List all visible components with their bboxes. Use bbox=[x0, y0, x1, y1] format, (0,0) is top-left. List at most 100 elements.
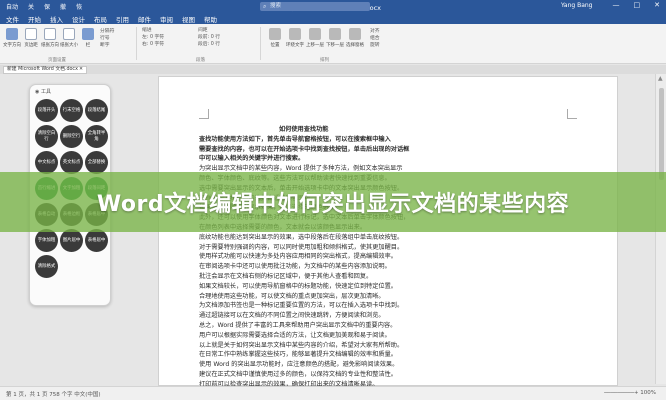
group-arrange: 排列 bbox=[320, 58, 329, 63]
document-line: 用户可以根据实际需要选择合适的方法，让文档更加美观和易于阅读。 bbox=[199, 331, 391, 339]
columns-button[interactable]: 栏 bbox=[79, 28, 97, 48]
document-tab[interactable]: 新建 Microsoft Word 文档.docx ✕ bbox=[3, 66, 87, 74]
document-line: 使用样式功能可以快速为多处内容应用相同的突出格式，提高编辑效率。 bbox=[199, 253, 397, 261]
page-size-icon bbox=[63, 28, 75, 40]
bring-forward-button[interactable]: 上移一层 bbox=[306, 28, 324, 48]
align-button[interactable]: 对齐 bbox=[370, 28, 380, 35]
panel-tool-button[interactable]: 表格居中 bbox=[85, 229, 108, 252]
tab-help[interactable]: 帮助 bbox=[204, 14, 217, 24]
tab-view[interactable]: 视图 bbox=[182, 14, 195, 24]
page-setup-list: 分隔符 行号 断字 bbox=[100, 28, 114, 49]
position-icon bbox=[269, 28, 281, 40]
indent-left-field[interactable]: 左: 0 字符 bbox=[142, 34, 164, 41]
tab-insert[interactable]: 插入 bbox=[50, 14, 63, 24]
rotate-button[interactable]: 旋转 bbox=[370, 42, 380, 49]
send-backward-icon bbox=[329, 28, 341, 40]
document-line: 以上就是关于如何突出显示文档中某些内容的介绍，希望对大家有所帮助。 bbox=[199, 341, 404, 349]
panel-tool-button[interactable]: 中文标点 bbox=[35, 151, 58, 174]
document-line: 如何使用查找功能 bbox=[279, 126, 329, 133]
group-button[interactable]: 组合 bbox=[370, 35, 380, 42]
document-line: 使用 Word 的突出显示功能时，应注意颜色的搭配，避免影响阅读效果。 bbox=[199, 361, 399, 369]
indent-label: 缩进 bbox=[142, 28, 152, 33]
columns-icon bbox=[82, 28, 94, 40]
bring-forward-icon bbox=[309, 28, 321, 40]
panel-tool-button[interactable]: 段落开头 bbox=[35, 99, 58, 122]
wrap-text-button[interactable]: 环绕文字 bbox=[286, 28, 304, 48]
orientation-button[interactable]: 纸张方向 bbox=[41, 28, 59, 48]
panel-tool-button[interactable]: 清除空白行 bbox=[35, 125, 58, 148]
user-name[interactable]: Yang Bang bbox=[561, 2, 592, 9]
document-line: 对于需要特别强调的内容，可以同时使用加粗和倾斜格式，使其更加醒目。 bbox=[199, 243, 404, 251]
group-page-setup: 页面设置 bbox=[48, 58, 66, 63]
panel-title: ◉ 工具 bbox=[35, 89, 51, 95]
menu-bar: 文件 开始 插入 设计 布局 引用 邮件 审阅 视图 帮助 bbox=[0, 13, 666, 24]
search-placeholder: 搜索 bbox=[270, 3, 282, 9]
tab-layout[interactable]: 布局 bbox=[94, 14, 107, 24]
document-line: 底纹功能也能达到突出显示的效果，选中段落后在段落组中单击底纹按钮。 bbox=[199, 233, 404, 241]
document-body[interactable]: 如何使用查找功能查找功能使用方法如下，首先单击导航窗格按钮，可以在搜索框中输入需… bbox=[199, 125, 579, 390]
tab-home[interactable]: 开始 bbox=[28, 14, 41, 24]
arrange-list: 对齐 组合 旋转 bbox=[370, 28, 380, 49]
breaks-button[interactable]: 分隔符 bbox=[100, 28, 114, 35]
text-direction-icon bbox=[6, 28, 18, 40]
ribbon-divider bbox=[260, 27, 261, 60]
tab-mailings[interactable]: 邮件 bbox=[138, 14, 151, 24]
document-line: 总之，Word 提供了丰富的工具来帮助用户突出显示文档中的重要内容。 bbox=[199, 321, 397, 329]
margins-icon bbox=[25, 28, 37, 40]
panel-tool-button[interactable]: 图片居中 bbox=[60, 229, 83, 252]
document-line: 合理地使用这些功能，可以使文档的重点更加突出，层次更加清晰。 bbox=[199, 292, 385, 300]
line-numbers-button[interactable]: 行号 bbox=[100, 35, 114, 42]
orientation-icon bbox=[44, 28, 56, 40]
zoom-slider[interactable]: ─────────+ 100% bbox=[604, 390, 656, 396]
panel-tool-button[interactable]: 删除空行 bbox=[60, 125, 83, 148]
indent-right-field[interactable]: 右: 0 字符 bbox=[142, 41, 164, 48]
margin-corner-mark bbox=[199, 109, 209, 119]
size-button[interactable]: 纸张大小 bbox=[60, 28, 78, 48]
group-paragraph: 段落 bbox=[196, 58, 205, 63]
spacing-before-field[interactable]: 段前: 0 行 bbox=[198, 34, 220, 41]
panel-tool-button[interactable]: 段落结尾 bbox=[85, 99, 108, 122]
document-line: 需要查找的内容，也可以在开始选项卡中找到查找按钮，单击后出现的对话框 bbox=[199, 145, 410, 153]
margin-corner-mark bbox=[567, 109, 577, 119]
scroll-thumb[interactable] bbox=[659, 88, 664, 180]
minimize-button[interactable]: — bbox=[613, 1, 620, 9]
spacing-after-field[interactable]: 段后: 0 行 bbox=[198, 41, 220, 48]
scroll-up-icon[interactable]: ▲ bbox=[658, 75, 663, 82]
text-direction-button[interactable]: 文字方向 bbox=[3, 28, 21, 48]
title-bar: 自动 关 保 撤 恢 新建 Microsoft Word 文档.docx ⌕ 搜… bbox=[0, 0, 666, 13]
selection-pane-button[interactable]: 选择窗格 bbox=[346, 28, 364, 48]
close-tab-icon[interactable]: ✕ bbox=[79, 67, 83, 73]
ribbon-divider bbox=[136, 27, 137, 60]
status-info: 第 1 页，共 1 页 758 个字 中文(中国) bbox=[6, 392, 101, 398]
panel-tool-button[interactable]: 字体加粗 bbox=[35, 229, 58, 252]
tab-design[interactable]: 设计 bbox=[72, 14, 85, 24]
document-line: 如果文档较长，可以使用导航窗格中的标题功能，快速定位到特定位置。 bbox=[199, 282, 397, 290]
indent-group: 缩进 左: 0 字符 右: 0 字符 bbox=[142, 27, 164, 48]
spacing-label: 间距 bbox=[198, 28, 208, 33]
panel-tool-button[interactable]: 英文标点 bbox=[60, 151, 83, 174]
panel-tool-button[interactable]: 行末空格 bbox=[60, 99, 83, 122]
document-line: 查找功能使用方法如下，首先单击导航窗格按钮，可以在搜索框中输入 bbox=[199, 135, 391, 143]
maximize-button[interactable]: □ bbox=[634, 1, 641, 9]
panel-tool-button[interactable]: 全部替换 bbox=[85, 151, 108, 174]
title-banner: Word文档编辑中如何突出显示文档的某些内容 bbox=[0, 172, 666, 232]
hyphenation-button[interactable]: 断字 bbox=[100, 42, 114, 49]
tab-review[interactable]: 审阅 bbox=[160, 14, 173, 24]
status-bar: 第 1 页，共 1 页 758 个字 中文(中国) ─────────+ 100… bbox=[0, 386, 666, 400]
document-line: 通过超链接可以在文档的不同位置之间快速跳转，方便阅读和浏览。 bbox=[199, 312, 385, 320]
wrap-text-icon bbox=[289, 28, 301, 40]
ribbon: 文字方向 页边距 纸张方向 纸张大小 栏 分隔符 行号 断字 页面设置 缩进 左… bbox=[0, 24, 666, 64]
document-line: 在日常工作中熟练掌握这些技巧，能够显著提升文档编辑的效率和质量。 bbox=[199, 351, 397, 359]
position-button[interactable]: 位置 bbox=[266, 28, 284, 48]
panel-tool-button[interactable]: 清除格式 bbox=[35, 255, 58, 278]
tab-file[interactable]: 文件 bbox=[6, 14, 19, 24]
close-button[interactable]: ✕ bbox=[654, 1, 660, 9]
send-backward-button[interactable]: 下移一层 bbox=[326, 28, 344, 48]
document-tab-bar: 新建 Microsoft Word 文档.docx ✕ bbox=[0, 65, 666, 74]
document-line: 在审阅选项卡中还可以使用批注功能，为文档中的某些内容添加说明。 bbox=[199, 263, 391, 271]
search-box[interactable]: ⌕ 搜索 bbox=[260, 2, 370, 11]
panel-tool-button[interactable]: 全角转半角 bbox=[85, 125, 108, 148]
spacing-group: 间距 段前: 0 行 段后: 0 行 bbox=[198, 27, 220, 48]
tab-references[interactable]: 引用 bbox=[116, 14, 129, 24]
margins-button[interactable]: 页边距 bbox=[22, 28, 40, 48]
